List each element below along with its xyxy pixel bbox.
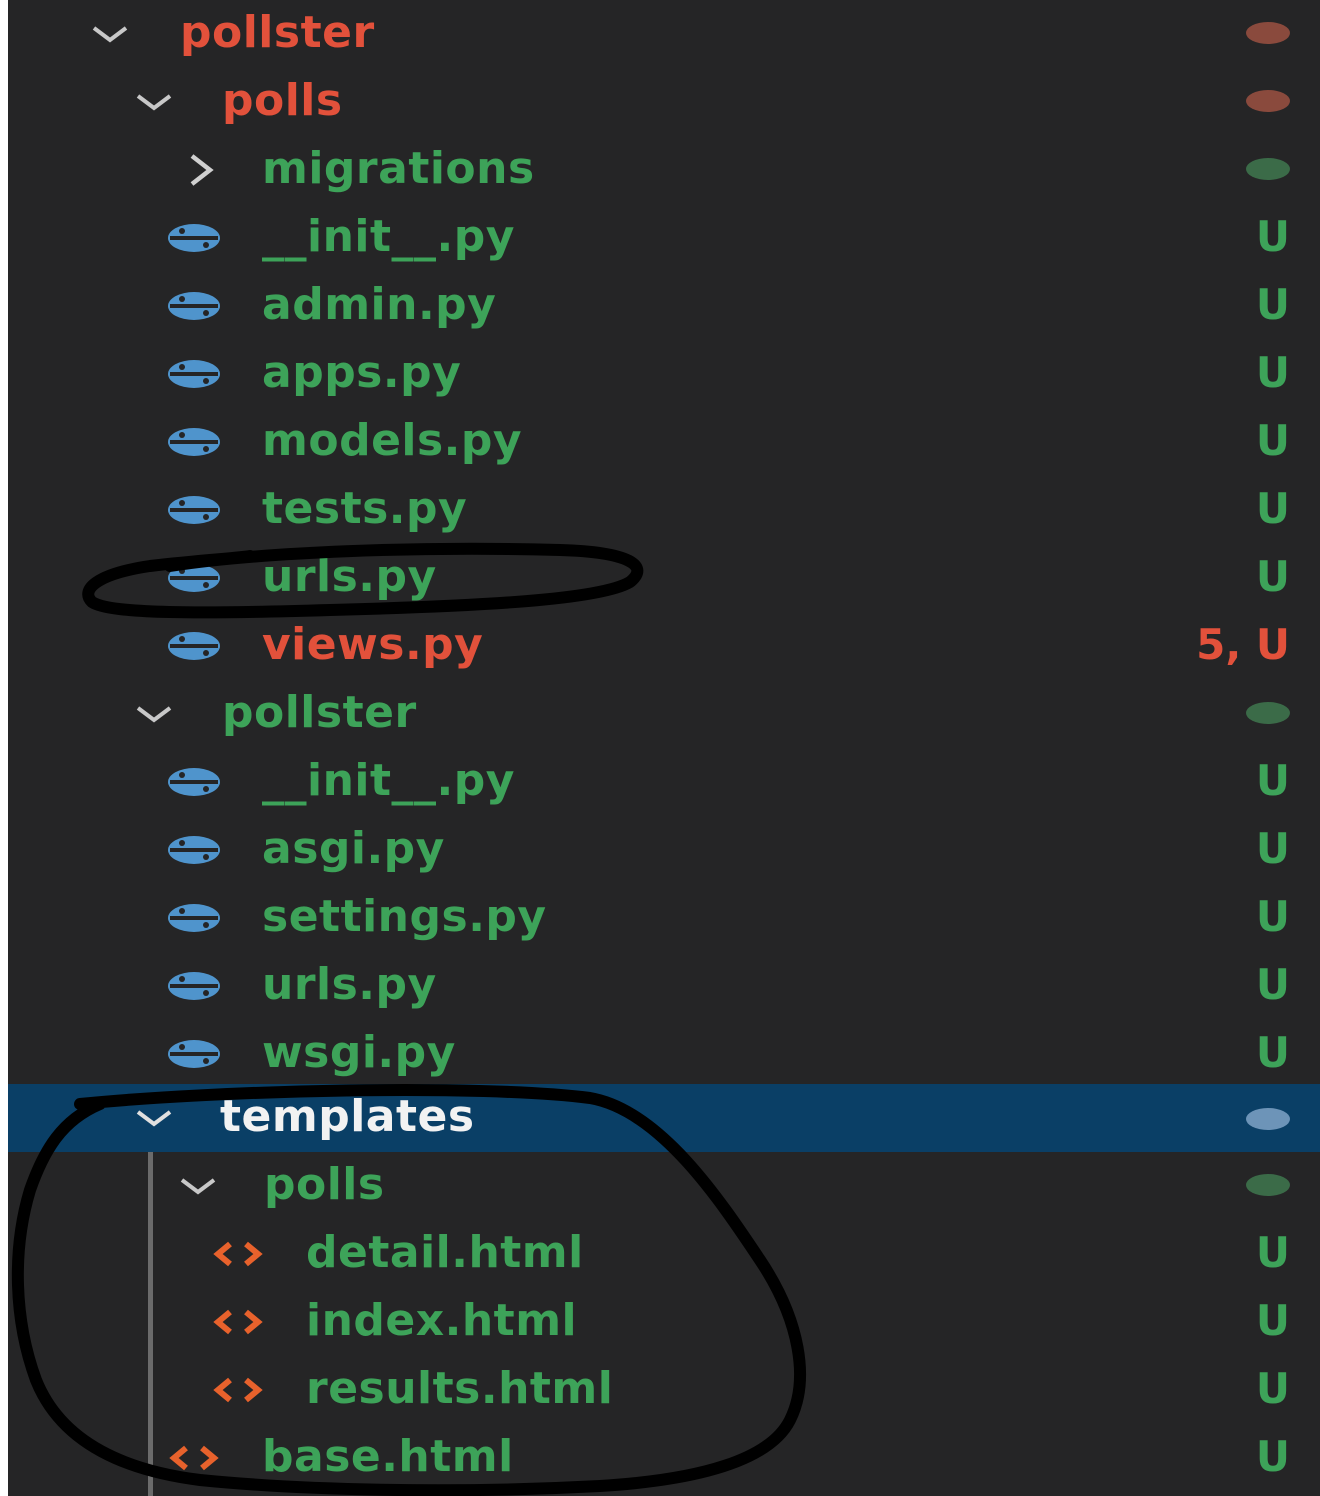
file-explorer-tree: pollster polls migrations __init__.py U … xyxy=(8,0,1320,1496)
tree-item-label: base.html xyxy=(262,1431,514,1482)
tree-item-label: views.py xyxy=(262,619,484,670)
python-file-icon xyxy=(164,408,228,476)
tree-item-label: pollster xyxy=(180,7,375,58)
tree-folder-pollster-inner[interactable]: pollster xyxy=(8,680,1320,748)
tree-file-init-py[interactable]: __init__.py U xyxy=(8,748,1320,816)
tree-item-label: migrations xyxy=(262,143,535,194)
tree-file-results-html[interactable]: results.html U xyxy=(8,1356,1320,1424)
python-file-icon xyxy=(164,952,228,1020)
tree-file-index-html[interactable]: index.html U xyxy=(8,1288,1320,1356)
tree-item-label: __init__.py xyxy=(262,211,515,262)
tree-item-label: polls xyxy=(222,75,343,126)
python-file-icon xyxy=(164,816,228,884)
git-status-badge: U xyxy=(1255,1228,1290,1277)
tree-file-init-py[interactable]: __init__.py U xyxy=(8,204,1320,272)
tree-item-label: tests.py xyxy=(262,483,468,534)
html-file-icon xyxy=(208,1356,272,1424)
tree-folder-polls[interactable]: polls xyxy=(8,68,1320,136)
python-file-icon xyxy=(164,476,228,544)
tree-item-label: admin.py xyxy=(262,279,497,330)
tree-item-label: wsgi.py xyxy=(262,1027,456,1078)
tree-item-label: templates xyxy=(220,1091,475,1142)
git-status-badge: U xyxy=(1255,1364,1290,1413)
tree-item-label: urls.py xyxy=(262,551,437,602)
tree-item-label: settings.py xyxy=(262,891,547,942)
tree-item-label: index.html xyxy=(306,1295,578,1346)
tree-file-base-html[interactable]: base.html U xyxy=(8,1424,1320,1492)
git-status-dot xyxy=(1246,1174,1290,1196)
git-status-dot xyxy=(1246,158,1290,180)
git-status-badge: U xyxy=(1255,416,1290,465)
tree-file-asgi-py[interactable]: asgi.py U xyxy=(8,816,1320,884)
tree-folder-polls-templates[interactable]: polls xyxy=(8,1152,1320,1220)
chevron-down-icon[interactable] xyxy=(130,680,190,748)
git-status-badge: U xyxy=(1255,892,1290,941)
tree-item-label: detail.html xyxy=(306,1227,584,1278)
python-file-icon xyxy=(164,340,228,408)
tree-file-admin-py[interactable]: admin.py U xyxy=(8,272,1320,340)
python-file-icon xyxy=(164,884,228,952)
git-status-badge: U xyxy=(1255,1432,1290,1481)
html-file-icon xyxy=(164,1424,228,1492)
tree-item-label: asgi.py xyxy=(262,823,445,874)
chevron-right-icon[interactable] xyxy=(184,136,244,204)
problems-count-badge: 5, U xyxy=(1196,620,1290,669)
chevron-down-icon[interactable] xyxy=(130,1084,190,1152)
git-status-badge: U xyxy=(1255,484,1290,533)
tree-folder-migrations[interactable]: migrations xyxy=(8,136,1320,204)
chevron-down-icon[interactable] xyxy=(86,0,146,68)
tree-file-urls-py[interactable]: urls.py U xyxy=(8,544,1320,612)
tree-folder-pollster[interactable]: pollster xyxy=(8,0,1320,68)
tree-item-label: apps.py xyxy=(262,347,462,398)
tree-file-models-py[interactable]: models.py U xyxy=(8,408,1320,476)
tree-folder-templates[interactable]: templates xyxy=(8,1084,1320,1152)
git-status-badge: U xyxy=(1255,348,1290,397)
git-status-badge: U xyxy=(1255,552,1290,601)
python-file-icon xyxy=(164,272,228,340)
chevron-down-icon[interactable] xyxy=(174,1152,234,1220)
git-status-dot xyxy=(1246,1108,1290,1130)
git-status-badge: U xyxy=(1255,824,1290,873)
python-file-icon xyxy=(164,204,228,272)
tree-item-label: urls.py xyxy=(262,959,437,1010)
git-status-badge: U xyxy=(1255,756,1290,805)
tree-file-wsgi-py[interactable]: wsgi.py U xyxy=(8,1020,1320,1088)
python-file-icon xyxy=(164,1020,228,1088)
tree-file-apps-py[interactable]: apps.py U xyxy=(8,340,1320,408)
git-status-badge: U xyxy=(1255,1296,1290,1345)
git-status-badge: U xyxy=(1255,960,1290,1009)
python-file-icon xyxy=(164,748,228,816)
git-status-badge: U xyxy=(1255,280,1290,329)
tree-file-tests-py[interactable]: tests.py U xyxy=(8,476,1320,544)
tree-item-label: models.py xyxy=(262,415,523,466)
git-status-badge: U xyxy=(1255,1028,1290,1077)
tree-file-detail-html[interactable]: detail.html U xyxy=(8,1220,1320,1288)
python-file-icon xyxy=(164,612,228,680)
html-file-icon xyxy=(208,1288,272,1356)
tree-item-label: pollster xyxy=(222,687,417,738)
git-status-dot xyxy=(1246,22,1290,44)
html-file-icon xyxy=(208,1220,272,1288)
git-status-dot xyxy=(1246,702,1290,724)
tree-item-label: results.html xyxy=(306,1363,614,1414)
tree-item-label: polls xyxy=(264,1159,385,1210)
python-file-icon xyxy=(164,544,228,612)
chevron-down-icon[interactable] xyxy=(130,68,190,136)
tree-file-views-py[interactable]: views.py 5, U xyxy=(8,612,1320,680)
tree-item-label: __init__.py xyxy=(262,755,515,806)
tree-file-settings-py[interactable]: settings.py U xyxy=(8,884,1320,952)
git-status-badge: U xyxy=(1255,212,1290,261)
tree-file-urls-py[interactable]: urls.py U xyxy=(8,952,1320,1020)
git-status-dot xyxy=(1246,90,1290,112)
